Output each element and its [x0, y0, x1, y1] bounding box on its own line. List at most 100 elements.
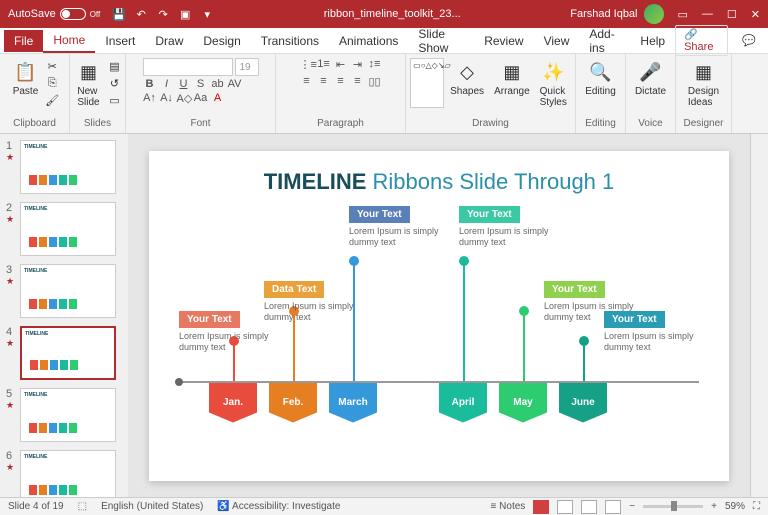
month-ribbon: June	[559, 383, 607, 423]
callout: Your TextLorem Ipsum is simply dummy tex…	[349, 206, 459, 249]
quick-access-toolbar: 💾 ↶ ↷ ▣ ▾	[112, 7, 214, 21]
bullets-icon[interactable]: ⋮≡	[300, 58, 314, 71]
share-button[interactable]: 🔗 Share	[675, 25, 728, 56]
fit-window-icon[interactable]: ⛶	[753, 501, 760, 512]
thumbnail-6[interactable]: 6★TIMELINE	[6, 450, 122, 497]
spell-check-icon[interactable]: ⬚	[78, 501, 87, 512]
shrink-font-icon[interactable]: A↓	[160, 92, 174, 105]
zoom-slider[interactable]	[643, 505, 703, 508]
clear-format-icon[interactable]: A◇	[177, 92, 191, 105]
line-spacing-icon[interactable]: ↕≡	[368, 58, 382, 71]
tab-transitions[interactable]: Transitions	[251, 30, 329, 52]
zoom-out-icon[interactable]: −	[629, 501, 635, 512]
minimize-icon[interactable]: —	[702, 8, 713, 21]
cut-icon[interactable]: ✂	[44, 58, 60, 74]
shapes-button[interactable]: ◇Shapes	[446, 58, 488, 99]
case-icon[interactable]: Aa	[194, 92, 208, 105]
font-family-select[interactable]	[143, 58, 233, 76]
vertical-scrollbar[interactable]	[750, 134, 768, 497]
shapes-gallery[interactable]: ▭○△◇↘▱	[410, 58, 444, 108]
comments-icon[interactable]: 💬	[734, 34, 764, 47]
tab-animations[interactable]: Animations	[329, 30, 408, 52]
zoom-in-icon[interactable]: +	[711, 501, 717, 512]
copy-icon[interactable]: ⎘	[44, 75, 60, 91]
status-bar: Slide 4 of 19 ⬚ English (United States) …	[0, 497, 768, 515]
tab-draw[interactable]: Draw	[145, 30, 193, 52]
slide-thumbnails[interactable]: 1★TIMELINE 2★TIMELINE 3★TIMELINE 4★TIMELINE…	[0, 134, 128, 497]
dictate-button[interactable]: 🎤Dictate	[631, 58, 670, 99]
redo-icon[interactable]: ↷	[156, 7, 170, 21]
month-ribbon: Jan.	[209, 383, 257, 423]
italic-icon[interactable]: I	[160, 78, 174, 90]
align-right-icon[interactable]: ≡	[334, 75, 348, 88]
slideshow-view-icon[interactable]	[605, 500, 621, 514]
title-bar: AutoSave Off 💾 ↶ ↷ ▣ ▾ ribbon_timeline_t…	[0, 0, 768, 28]
spacing-icon[interactable]: AV	[228, 78, 242, 90]
undo-icon[interactable]: ↶	[134, 7, 148, 21]
thumbnail-5[interactable]: 5★TIMELINE	[6, 388, 122, 442]
tab-home[interactable]: Home	[43, 29, 95, 53]
callout: Data TextLorem Ipsum is simply dummy tex…	[264, 281, 374, 324]
maximize-icon[interactable]: ☐	[727, 8, 737, 21]
tab-insert[interactable]: Insert	[95, 30, 145, 52]
grow-font-icon[interactable]: A↑	[143, 92, 157, 105]
autosave-toggle[interactable]: AutoSave Off	[8, 8, 100, 20]
indent-right-icon[interactable]: ⇥	[351, 58, 365, 71]
quick-styles-button[interactable]: ✨Quick Styles	[536, 58, 571, 110]
reading-view-icon[interactable]	[581, 500, 597, 514]
font-size-select[interactable]: 19	[235, 58, 259, 76]
timeline-pin	[463, 261, 465, 381]
normal-view-icon[interactable]	[533, 500, 549, 514]
shadow-icon[interactable]: ab	[211, 78, 225, 90]
avatar	[644, 4, 664, 24]
callout: Your TextLorem Ipsum is simply dummy tex…	[604, 311, 714, 354]
reset-icon[interactable]: ↺	[107, 75, 123, 91]
bold-icon[interactable]: B	[143, 78, 157, 90]
editing-button[interactable]: 🔍Editing	[581, 58, 620, 99]
accessibility-status[interactable]: ♿ Accessibility: Investigate	[217, 501, 340, 512]
arrange-button[interactable]: ▦Arrange	[490, 58, 534, 99]
thumbnail-4[interactable]: 4★TIMELINE	[6, 326, 122, 380]
numbering-icon[interactable]: 1≡	[317, 58, 331, 71]
save-icon[interactable]: 💾	[112, 7, 126, 21]
user-account[interactable]: Farshad Iqbal	[570, 4, 663, 24]
tab-file[interactable]: File	[4, 30, 43, 52]
section-icon[interactable]: ▭	[107, 92, 123, 108]
layout-icon[interactable]: ▤	[107, 58, 123, 74]
slide-canvas[interactable]: TIMELINE Ribbons Slide Through 1 Jan.Feb…	[128, 134, 750, 497]
indent-left-icon[interactable]: ⇤	[334, 58, 348, 71]
paste-button[interactable]: 📋Paste	[9, 58, 43, 99]
thumbnail-2[interactable]: 2★TIMELINE	[6, 202, 122, 256]
qat-more-icon[interactable]: ▾	[200, 7, 214, 21]
align-left-icon[interactable]: ≡	[300, 75, 314, 88]
workspace: 1★TIMELINE 2★TIMELINE 3★TIMELINE 4★TIMELINE…	[0, 134, 768, 497]
tab-help[interactable]: Help	[630, 30, 675, 52]
close-icon[interactable]: ✕	[751, 8, 760, 21]
font-color-icon[interactable]: A	[211, 92, 225, 105]
callout: Your TextLorem Ipsum is simply dummy tex…	[459, 206, 569, 249]
zoom-level[interactable]: 59%	[725, 501, 745, 512]
timeline-pin	[523, 311, 525, 381]
underline-icon[interactable]: U	[177, 78, 191, 90]
design-ideas-button[interactable]: ▦Design Ideas	[684, 58, 723, 110]
align-center-icon[interactable]: ≡	[317, 75, 331, 88]
format-painter-icon[interactable]: 🖌	[44, 92, 60, 108]
slide: TIMELINE Ribbons Slide Through 1 Jan.Feb…	[149, 151, 729, 481]
new-slide-button[interactable]: ▦New Slide	[73, 58, 105, 110]
slide-counter[interactable]: Slide 4 of 19	[8, 501, 64, 512]
tab-design[interactable]: Design	[193, 30, 250, 52]
month-ribbon: Feb.	[269, 383, 317, 423]
columns-icon[interactable]: ▯▯	[368, 75, 382, 88]
notes-button[interactable]: ≡ Notes	[491, 501, 526, 512]
month-ribbon: April	[439, 383, 487, 423]
thumbnail-1[interactable]: 1★TIMELINE	[6, 140, 122, 194]
slideshow-icon[interactable]: ▣	[178, 7, 192, 21]
tab-view[interactable]: View	[534, 30, 580, 52]
tab-review[interactable]: Review	[474, 30, 533, 52]
justify-icon[interactable]: ≡	[351, 75, 365, 88]
strike-icon[interactable]: S	[194, 78, 208, 90]
language-status[interactable]: English (United States)	[101, 501, 203, 512]
thumbnail-3[interactable]: 3★TIMELINE	[6, 264, 122, 318]
ribbon-options-icon[interactable]: ▭	[678, 8, 688, 21]
sorter-view-icon[interactable]	[557, 500, 573, 514]
